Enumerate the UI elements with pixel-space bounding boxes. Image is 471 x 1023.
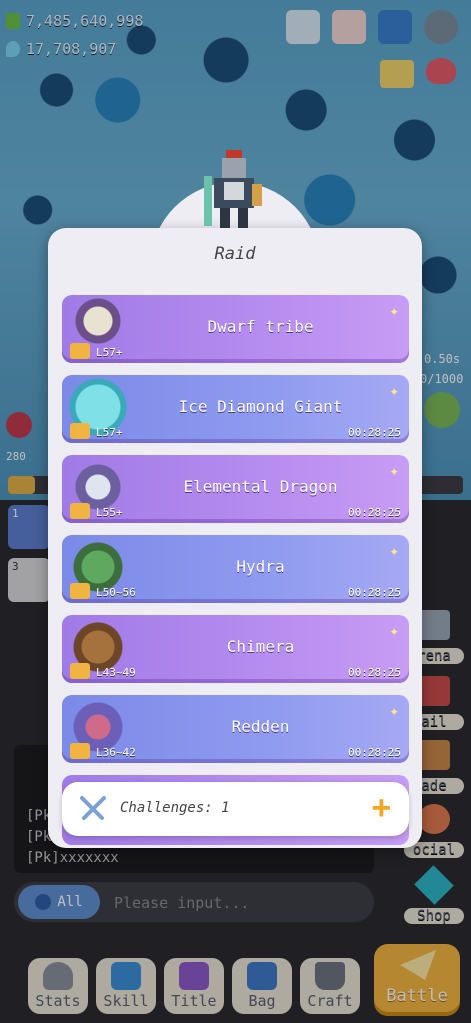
boss-name: Redden — [231, 717, 290, 736]
cooldown-timer: 00:28:25 — [348, 426, 401, 439]
cooldown-timer: 00:28:25 — [348, 586, 401, 599]
sparkle-icon: ✦ — [389, 621, 399, 640]
level-range: L57+ — [96, 346, 123, 359]
sparkle-icon: ✦ — [389, 541, 399, 560]
trophy-icon — [70, 423, 90, 439]
level-range: L55+ — [96, 506, 123, 519]
add-challenge-button[interactable]: + — [372, 788, 391, 826]
raid-card-chimera[interactable]: L43~49 Chimera 00:28:25 ✦ — [62, 615, 409, 683]
cooldown-timer: 00:28:25 — [348, 666, 401, 679]
boss-name: Chimera — [226, 637, 295, 656]
sparkle-icon: ✦ — [389, 381, 399, 400]
level-range: L43~49 — [96, 666, 136, 679]
sparkle-icon: ✦ — [389, 301, 399, 320]
raid-card-redden[interactable]: L36~42 Redden 00:28:25 ✦ — [62, 695, 409, 763]
knight-avatar-icon — [204, 150, 262, 228]
level-range: L50~56 — [96, 586, 136, 599]
challenges-bar: Challenges: 1 + — [62, 782, 409, 836]
raid-title: Raid — [214, 244, 256, 264]
sparkle-icon: ✦ — [389, 701, 399, 720]
raid-card-hydra[interactable]: L50~56 Hydra 00:28:25 ✦ — [62, 535, 409, 603]
trophy-icon — [70, 663, 90, 679]
trophy-icon — [70, 503, 90, 519]
cooldown-timer: 00:28:25 — [348, 746, 401, 759]
boss-name: Dwarf tribe — [207, 317, 314, 336]
level-range: L57+ — [96, 426, 123, 439]
challenges-count: Challenges: 1 — [120, 800, 230, 816]
raid-card-dwarf-tribe[interactable]: L57+ Dwarf tribe ✦ — [62, 295, 409, 363]
trophy-icon — [70, 743, 90, 759]
boss-name: Hydra — [236, 557, 285, 576]
cooldown-timer: 00:28:25 — [348, 506, 401, 519]
boss-name: Elemental Dragon — [183, 477, 338, 496]
crossed-swords-icon — [80, 796, 106, 820]
raid-card-ice-diamond-giant[interactable]: L57+ Ice Diamond Giant 00:28:25 ✦ — [62, 375, 409, 443]
raid-card-elemental-dragon[interactable]: L55+ Elemental Dragon 00:28:25 ✦ — [62, 455, 409, 523]
level-range: L36~42 — [96, 746, 136, 759]
sparkle-icon: ✦ — [389, 461, 399, 480]
boss-name: Ice Diamond Giant — [178, 397, 343, 416]
trophy-icon — [70, 343, 90, 359]
trophy-icon — [70, 583, 90, 599]
